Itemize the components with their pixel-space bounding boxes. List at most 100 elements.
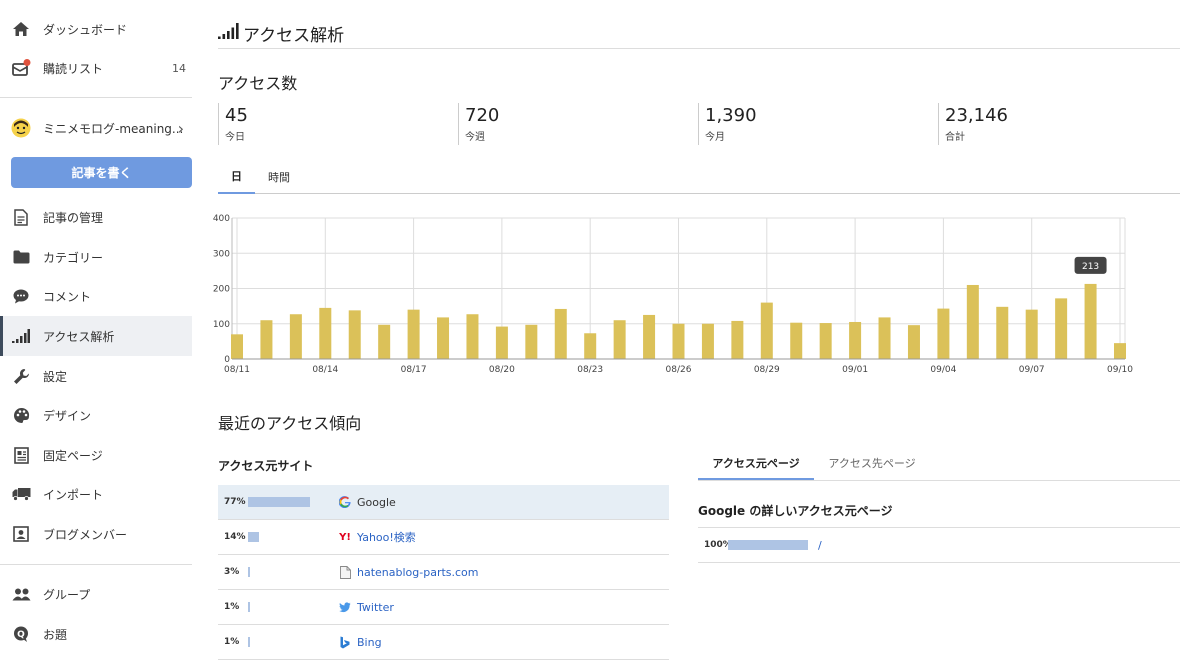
chart-bar [231,334,243,359]
x-tick-label: 08/11 [224,365,250,375]
member-card-icon [11,524,31,544]
sources-table: 77% Google 14% Y! Yahoo!検索 3% hatenablog… [218,485,669,660]
truck-icon [11,484,31,504]
write-article-button[interactable]: 記事を書く [11,157,192,188]
sidebar: ダッシュボード 購読リスト 14 ミニメモログ-meaning... › 記事を… [0,0,200,657]
sidebar-item-settings[interactable]: 設定 [0,356,192,396]
y-tick-label: 0 [224,355,230,365]
stat-value: 1,390 [705,105,757,126]
twitter-bird-icon [339,601,351,613]
table-row[interactable]: 1% Twitter [218,590,669,625]
chart-bar [260,320,273,359]
sidebar-item-label: 固定ページ [43,448,103,463]
sidebar-item-label: ダッシュボード [43,22,128,37]
source-name[interactable]: Bing [357,636,382,649]
stat-label: 今月 [705,132,725,143]
chart-bar [701,323,714,359]
sidebar-item-group[interactable]: グループ [0,574,192,614]
source-name[interactable]: hatenablog-parts.com [357,566,479,579]
sidebar-item-articles[interactable]: 記事の管理 [0,197,192,237]
chevron-right-icon: › [177,118,184,138]
x-tick-label: 08/23 [577,365,603,375]
file-icon [339,565,351,579]
sidebar-item-pages[interactable]: 固定ページ [0,435,192,475]
source-name[interactable]: Yahoo!検索 [357,529,416,545]
chart-bar [466,314,479,359]
stat-week: 720 今週 [458,103,499,145]
chart-bar [643,314,656,359]
x-tick-label: 08/17 [401,365,427,375]
stat-label: 今日 [225,132,245,143]
sidebar-item-topic[interactable]: Q お題 [0,614,192,654]
sidebar-item-label: 購読リスト [43,61,104,76]
group-icon [11,584,31,604]
source-bar [248,532,259,542]
page-header: アクセス解析 [218,18,1180,49]
sidebar-item-comments[interactable]: コメント [0,276,192,316]
signal-bars-icon [11,326,31,346]
sidebar-item-label: お題 [43,627,68,642]
signal-bars-icon [218,23,239,43]
chart-bar [437,317,450,359]
y-tick-label: 300 [213,249,230,259]
y-tick-label: 100 [213,320,230,330]
referrer-list: 100% / [698,527,1180,563]
sidebar-item-label: デザイン [43,408,92,423]
referrer-bar [728,540,808,550]
x-tick-label: 08/29 [754,365,780,375]
blog-selector[interactable]: ミニメモログ-meaning... › [0,108,192,148]
period-tabs: 日 時間 [218,160,1180,194]
palette-icon [11,405,31,425]
tab-referrer-pages[interactable]: アクセス元ページ [698,447,814,480]
chart-bar [378,324,391,359]
page-title: アクセス解析 [243,25,345,46]
chart-bar [937,308,950,359]
source-name[interactable]: Twitter [357,601,394,614]
list-item[interactable]: 100% / [698,528,1180,563]
table-row[interactable]: 14% Y! Yahoo!検索 [218,520,669,555]
chart-bar [966,284,979,359]
document-icon [11,207,31,227]
sidebar-item-design[interactable]: デザイン [0,395,192,435]
stat-today: 45 今日 [218,103,248,145]
sidebar-item-label: カテゴリー [43,250,104,265]
tab-landing-pages[interactable]: アクセス先ページ [820,447,924,479]
google-icon [339,496,351,508]
tab-hour[interactable]: 時間 [261,160,297,193]
sidebar-item-label: 記事の管理 [43,210,104,225]
source-name[interactable]: Google [357,496,396,509]
table-row[interactable]: 3% hatenablog-parts.com [218,555,669,590]
chart-bar [731,320,744,359]
question-bubble-icon: Q [11,624,31,644]
sidebar-item-dashboard[interactable]: ダッシュボード [0,9,192,49]
sidebar-item-import[interactable]: インポート [0,474,192,514]
sidebar-item-categories[interactable]: カテゴリー [0,237,192,277]
source-bar [248,497,310,507]
stat-value: 45 [225,105,248,126]
page-icon [11,445,31,465]
sidebar-item-reading-list[interactable]: 購読リスト 14 [0,48,192,88]
sidebar-item-members[interactable]: ブログメンバー [0,514,192,554]
sidebar-item-analytics[interactable]: アクセス解析 [0,316,192,356]
chart-bar [819,323,832,359]
stat-label: 合計 [945,132,965,143]
chart-bar [348,310,361,359]
table-row[interactable]: 1% Bing [218,625,669,660]
chart-bar [849,321,862,359]
stat-label: 今週 [465,132,485,143]
chart-tooltip-label: 213 [1082,262,1099,272]
chart-bar [907,325,920,359]
x-tick-label: 09/10 [1107,365,1133,375]
stat-total: 23,146 合計 [938,103,1008,145]
stat-month: 1,390 今月 [698,103,757,145]
source-percent: 1% [224,602,240,612]
referrer-path[interactable]: / [818,539,822,552]
chart-bar [672,323,685,359]
chart-bar [554,308,567,359]
yahoo-icon: Y! [339,531,351,543]
table-row[interactable]: 77% Google [218,485,669,520]
y-tick-label: 400 [213,214,230,224]
chart-bar [289,314,302,359]
y-tick-label: 200 [213,285,230,295]
tab-day[interactable]: 日 [218,160,255,194]
